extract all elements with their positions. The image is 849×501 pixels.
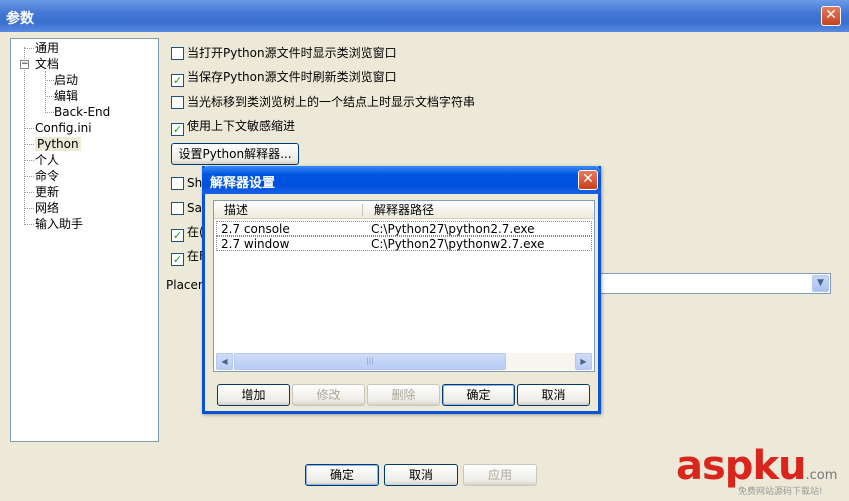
placement-select[interactable]: ▼ (598, 273, 831, 294)
table-row[interactable]: 2.7 console C:\Python27\python2.7.exe (216, 221, 592, 236)
checkbox-checked[interactable]: ✓ (171, 74, 184, 87)
dialog-cancel-button[interactable]: 取消 (517, 384, 590, 406)
horizontal-scrollbar[interactable]: ◀ ||| ▶ (216, 353, 592, 370)
add-button[interactable]: 增加 (217, 384, 290, 406)
checkbox-checked[interactable]: ✓ (171, 253, 184, 266)
table-row[interactable]: 2.7 window C:\Python27\pythonw2.7.exe (216, 236, 592, 251)
checkbox[interactable] (171, 96, 184, 109)
tree-connector (24, 176, 34, 177)
option-show-docstring-on-hover[interactable]: 当光标移到类浏览树上的一个结点上时显示文档字符串 (171, 94, 475, 110)
tree-connector (24, 144, 34, 145)
tree-connector (24, 208, 34, 209)
tree-connector (24, 128, 34, 129)
window-title: 参数 (6, 11, 34, 27)
tree-item-python[interactable]: Python (35, 136, 81, 152)
tree-guide-line (24, 47, 25, 225)
tree-item-personal[interactable]: 个人 (35, 152, 59, 168)
tree-item-config-ini[interactable]: Config.ini (35, 120, 92, 136)
tree-item-commands[interactable]: 命令 (35, 168, 59, 184)
ok-button[interactable]: 确定 (305, 464, 379, 486)
interpreter-settings-dialog: 解释器设置 ✕ 描述 解释器路径 2.7 console C:\Python27… (202, 166, 601, 414)
tree-item-network[interactable]: 网络 (35, 200, 59, 216)
close-icon: ✕ (582, 171, 594, 187)
cell-path: C:\Python27\pythonw2.7.exe (371, 237, 545, 251)
window-titlebar: 参数 (0, 0, 849, 32)
column-separator (362, 204, 363, 216)
tree-connector (24, 48, 34, 49)
column-header-path[interactable]: 解释器路径 (366, 201, 586, 219)
option-show-class-browser-on-open[interactable]: 当打开Python源文件时显示类浏览窗口 (171, 45, 397, 61)
tree-connector (24, 192, 34, 193)
tree-connector (45, 96, 54, 97)
modify-button[interactable]: 修改 (292, 384, 365, 406)
dialog-titlebar: 解释器设置 (202, 166, 601, 194)
tree-connector (45, 112, 54, 113)
tree-item-back-end[interactable]: Back-End (54, 104, 110, 120)
dialog-ok-button[interactable]: 确定 (442, 384, 515, 406)
checkbox-checked[interactable]: ✓ (171, 229, 184, 242)
tree-guide-line (45, 71, 46, 113)
option-partial-3[interactable]: ✓ 在( (171, 224, 204, 242)
cancel-button[interactable]: 取消 (384, 464, 458, 486)
set-python-interpreter-button[interactable]: 设置Python解释器... (171, 143, 299, 165)
tree-connector (24, 160, 34, 161)
cell-description: 2.7 window (221, 237, 290, 251)
option-context-sensitive-indent[interactable]: ✓ 使用上下文敏感缩进 (171, 118, 295, 136)
tree-connector (24, 224, 34, 225)
tree-item-input-assistant[interactable]: 输入助手 (35, 216, 83, 232)
dialog-close-button[interactable]: ✕ (578, 170, 598, 190)
tree-item-startup[interactable]: 启动 (54, 72, 78, 88)
window-close-button[interactable]: ✕ (821, 6, 841, 26)
apply-button[interactable]: 应用 (463, 464, 537, 486)
checkbox[interactable] (171, 47, 184, 60)
tree-item-edit[interactable]: 编辑 (54, 88, 78, 104)
tree-item-general[interactable]: 通用 (35, 40, 59, 56)
list-header: 描述 解释器路径 (214, 201, 594, 219)
scrollbar-thumb[interactable]: ||| (234, 353, 506, 370)
option-refresh-class-browser-on-save[interactable]: ✓ 当保存Python源文件时刷新类浏览窗口 (171, 69, 397, 87)
category-tree[interactable]: 通用 − 文档 启动 编辑 Back-End Config.ini Python… (10, 38, 159, 442)
interpreter-list[interactable]: 描述 解释器路径 2.7 console C:\Python27\python2… (213, 200, 595, 372)
checkbox-checked[interactable]: ✓ (171, 123, 184, 136)
checkbox[interactable] (171, 202, 184, 215)
option-partial-1[interactable]: Sh (171, 175, 202, 191)
scroll-left-icon[interactable]: ◀ (216, 353, 233, 370)
scroll-right-icon[interactable]: ▶ (575, 353, 592, 370)
column-header-description[interactable]: 描述 (216, 201, 361, 219)
option-partial-4[interactable]: ✓ 在F (171, 248, 206, 266)
delete-button[interactable]: 删除 (367, 384, 440, 406)
cell-description: 2.7 console (221, 222, 290, 236)
collapse-icon[interactable]: − (20, 60, 29, 69)
checkbox[interactable] (171, 177, 184, 190)
watermark-subtitle: 免费网站源码下载站! (738, 487, 823, 497)
tree-item-document[interactable]: 文档 (35, 56, 59, 72)
dialog-title: 解释器设置 (210, 176, 276, 191)
chevron-down-icon[interactable]: ▼ (812, 275, 829, 292)
cell-path: C:\Python27\python2.7.exe (371, 222, 535, 236)
tree-item-update[interactable]: 更新 (35, 184, 59, 200)
tree-connector (45, 80, 54, 81)
close-icon: ✕ (825, 7, 837, 23)
